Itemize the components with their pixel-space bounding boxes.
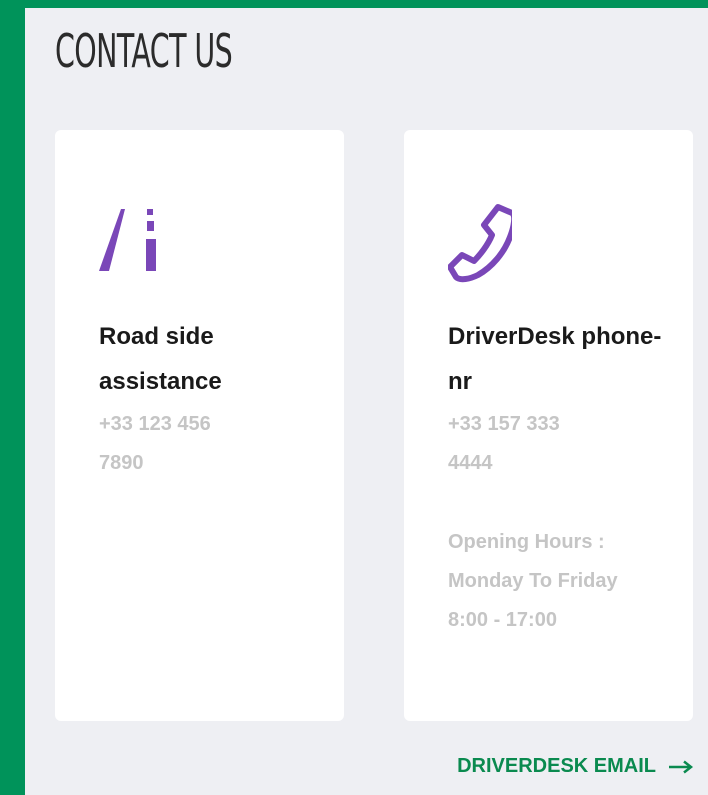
page-title: CONTACT US [55, 24, 233, 78]
arrow-right-icon [669, 760, 694, 773]
contact-panel: CONTACT US Road side assistance +33 123 … [25, 8, 708, 795]
driverdesk-email-link[interactable]: DRIVERDESK EMAIL [457, 755, 694, 778]
driverdesk-card-title: DriverDesk phone-nr [448, 323, 662, 395]
roadside-card-title: Road side assistance [99, 323, 222, 395]
phone-icon [448, 204, 512, 283]
roadside-assistance-card: Road side assistance +33 123 456 7890 [55, 130, 344, 721]
driverdesk-phone-number[interactable]: +33 157 333 4444 [448, 405, 598, 483]
driverdesk-phone-card: DriverDesk phone-nr +33 157 333 4444 Ope… [404, 130, 693, 721]
opening-hours: Opening Hours : Monday To Friday 8:00 - … [448, 531, 618, 631]
roadside-phone-number[interactable]: +33 123 456 7890 [99, 405, 249, 483]
driverdesk-email-label: DRIVERDESK EMAIL [457, 755, 656, 777]
road-icon [99, 209, 156, 271]
